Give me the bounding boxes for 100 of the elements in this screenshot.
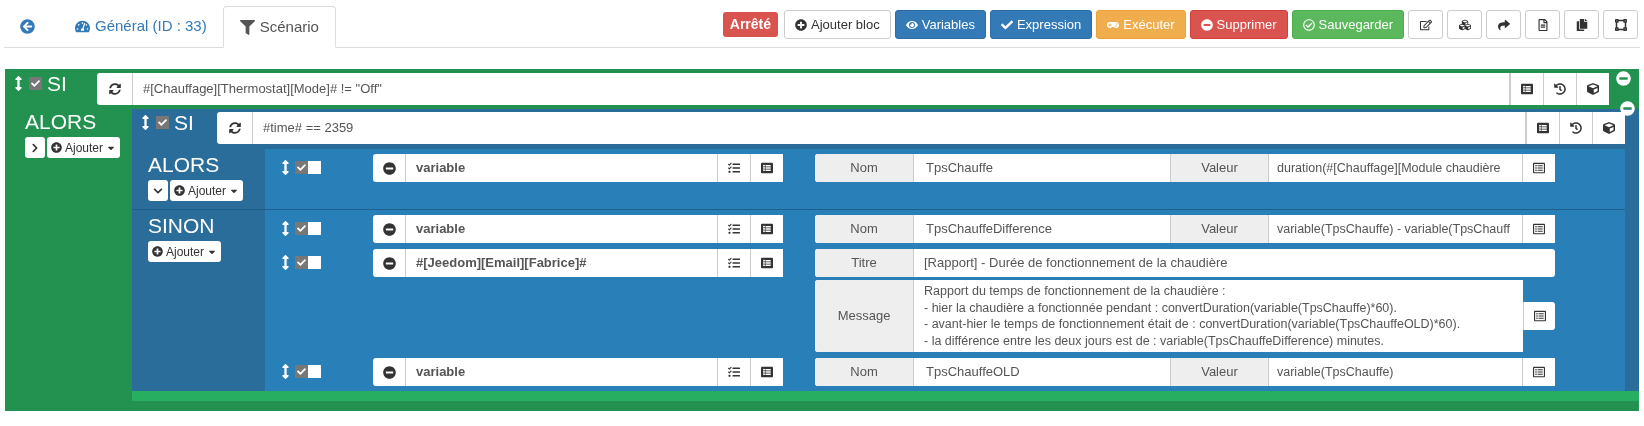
history-icon (1554, 83, 1566, 95)
branch-label: ALORS (148, 152, 221, 178)
add-dropdown-button[interactable]: Ajouter (47, 137, 121, 158)
checkbox[interactable] (29, 77, 42, 90)
add-dropdown-button[interactable]: Ajouter (170, 180, 244, 201)
toolbar-button[interactable]: Ajouter bloc (784, 10, 891, 39)
name-field[interactable]: TpsChauffeDifference (914, 215, 1170, 243)
list-icon (761, 257, 773, 269)
toolbar-icon-button[interactable] (1564, 10, 1599, 39)
checkbox[interactable] (308, 222, 321, 235)
block-keyword: SI (174, 112, 194, 133)
minus-icon (382, 365, 396, 379)
list-button[interactable] (750, 154, 783, 182)
list-icon (1533, 223, 1545, 235)
toolbar-icon-button[interactable] (1408, 10, 1443, 39)
field-label: Valeur (1170, 358, 1269, 386)
checkbox[interactable] (295, 365, 308, 378)
toolbar-icon-button[interactable] (1603, 10, 1638, 39)
list-button[interactable] (1522, 358, 1555, 386)
list-button[interactable] (750, 249, 783, 277)
list-button[interactable] (1522, 215, 1555, 243)
checkbox[interactable] (308, 256, 321, 269)
document-icon (1536, 18, 1549, 31)
minus-icon (382, 222, 396, 236)
field-label: Valeur (1170, 154, 1269, 182)
eye-icon (905, 18, 918, 31)
list-button[interactable] (1522, 154, 1555, 182)
field-label: Valeur (1170, 215, 1269, 243)
name-field[interactable]: TpsChauffeOLD (914, 358, 1170, 386)
gauge-icon (75, 18, 90, 34)
remove-block-icon[interactable] (1620, 101, 1635, 116)
plus-icon (174, 185, 185, 196)
refresh-button[interactable] (217, 112, 253, 144)
list-icon (761, 366, 773, 378)
cube-button[interactable] (1592, 112, 1625, 144)
chevron-right-icon (30, 142, 40, 153)
list-icon (1533, 162, 1545, 174)
list-icon (1533, 310, 1546, 322)
cube-icon (1587, 83, 1599, 95)
minus-icon (382, 161, 396, 175)
toolbar-button[interactable]: Expression (989, 10, 1093, 39)
list-icon (1521, 83, 1533, 95)
refresh-icon (108, 83, 121, 95)
chevron-down-icon (153, 185, 163, 196)
refresh-button[interactable] (97, 73, 133, 105)
checkbox[interactable] (308, 161, 321, 174)
branch-label: SINON (148, 213, 216, 239)
checklist-icon (728, 223, 740, 235)
list-button[interactable] (1523, 302, 1555, 330)
back-icon (20, 18, 35, 34)
toggle-button[interactable] (25, 137, 45, 158)
list-icon (1537, 122, 1549, 134)
tab[interactable]: Général (ID : 33) (59, 5, 223, 47)
copy-icon (1575, 18, 1588, 31)
list-icon (761, 223, 773, 235)
checkbox[interactable] (295, 256, 308, 269)
plus-icon (795, 18, 808, 31)
frame-icon (1614, 18, 1627, 31)
minus-icon (382, 256, 396, 270)
condition-field[interactable]: #[Chauffage][Thermostat][Mode]# != "Off" (133, 73, 1509, 105)
message-field[interactable]: Rapport du temps de fonctionnement de la chaudière : - hier la chaudière a fonctionnée pendant : convertDuration(variable(TpsChauffe)*60). - avant-hier le temps de fonctionnement était de : convertDuration(variable(TpsChauffeOLD)*60). - la différence entre les deux jours est de : variable(TpsChauffeDifference) minutes. (914, 280, 1523, 352)
list-button[interactable] (750, 358, 783, 386)
toolbar-button[interactable]: Variables (894, 10, 986, 39)
history-icon (1570, 122, 1582, 134)
list-icon (761, 162, 773, 174)
list-icon (1533, 366, 1545, 378)
toolbar-icon-button[interactable] (1486, 10, 1521, 39)
branch-label: ALORS (25, 109, 98, 135)
tab[interactable]: Scénario (222, 6, 336, 48)
cube-icon (1603, 122, 1615, 134)
value-field[interactable]: duration(#[Chauffage][Module chaudière (1269, 154, 1522, 182)
status-badge: Arrêté (722, 12, 779, 37)
checkbox[interactable] (295, 222, 308, 235)
refresh-icon (228, 122, 241, 134)
title-field[interactable]: [Rapport] - Durée de fonctionnement de la chaudière (914, 249, 1555, 277)
field-label: Nom (815, 358, 914, 386)
plus-icon (152, 246, 163, 257)
toolbar-button[interactable]: Supprimer (1189, 10, 1288, 39)
field-label: Nom (815, 154, 914, 182)
checkbox[interactable] (156, 116, 169, 129)
value-field[interactable]: variable(TpsChauffe) (1269, 358, 1522, 386)
name-field[interactable]: TpsChauffe (914, 154, 1170, 182)
field-label: Message (815, 280, 914, 352)
toggle-button[interactable] (148, 180, 168, 201)
checklist-icon (728, 366, 740, 378)
check-icon (1000, 18, 1013, 31)
filter-icon (239, 19, 255, 35)
remove-block-icon[interactable] (1616, 71, 1631, 86)
condition-field[interactable]: #time# == 2359 (253, 112, 1525, 144)
cube-button[interactable] (1576, 73, 1609, 105)
edit-icon (1419, 18, 1432, 31)
list-button[interactable] (750, 215, 783, 243)
checklist-icon (728, 162, 740, 174)
toolbar-icon-button[interactable] (1447, 10, 1482, 39)
checklist-icon (728, 257, 740, 269)
checkbox[interactable] (308, 365, 321, 378)
add-dropdown-button[interactable]: Ajouter (148, 241, 222, 262)
value-field[interactable]: variable(TpsChauffe) - variable(TpsChauff (1269, 215, 1522, 243)
toolbar-icon-button[interactable] (1525, 10, 1560, 39)
checkbox[interactable] (295, 161, 308, 174)
